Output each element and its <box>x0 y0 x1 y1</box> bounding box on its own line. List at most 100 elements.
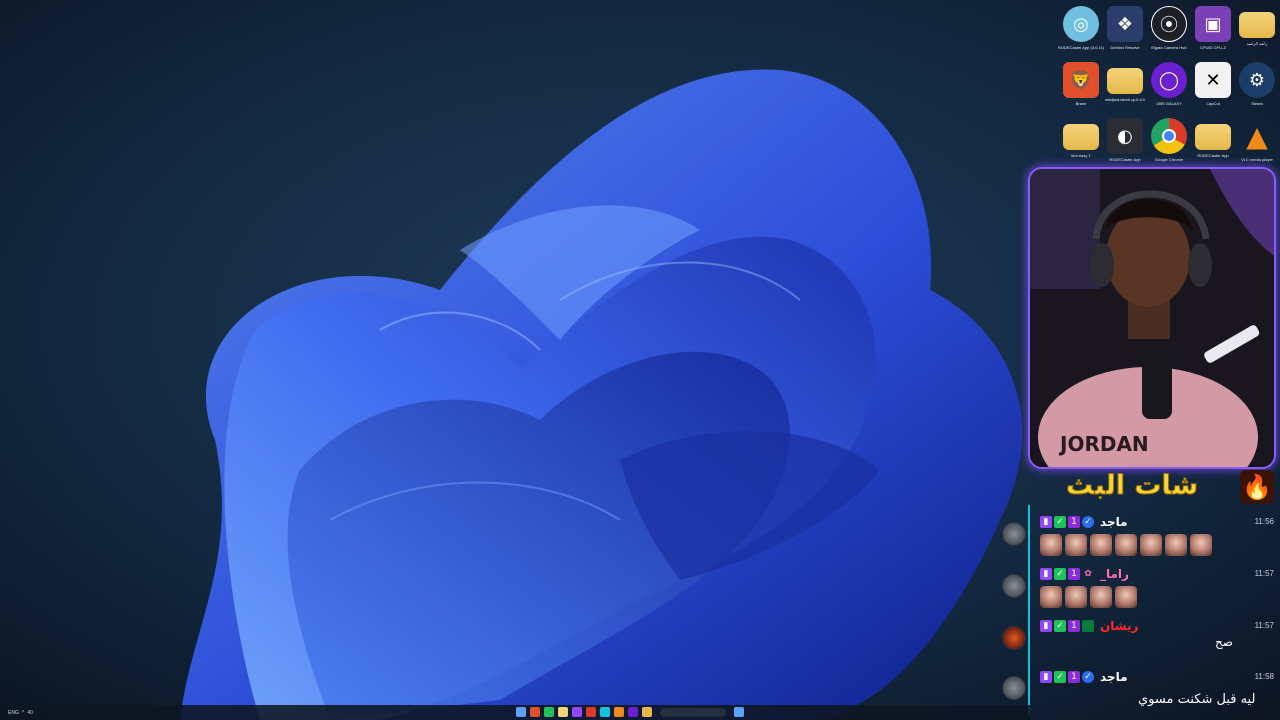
chat-username: ماجد <box>1100 515 1128 529</box>
taskbar-app-icon[interactable] <box>734 707 744 717</box>
desktop-icon[interactable]: راشد الرشيد <box>1235 6 1279 62</box>
emote-icon <box>1090 586 1112 608</box>
chat-message: ▮ ✓ 1 ✓ ماجد 11:58 <box>1040 670 1276 684</box>
twitch-badge-icon: ▮ <box>1040 516 1052 528</box>
chat-title: شات البث <box>1065 470 1199 502</box>
desktop-icon[interactable]: ◯ OBS GALAXY <box>1147 62 1191 118</box>
rode-icon: ◐ <box>1107 118 1143 154</box>
chat-username: ريشان <box>1100 619 1139 633</box>
disc-icon: ◎ <box>1063 6 1099 42</box>
chat-timestamp: 11:58 <box>1254 672 1274 681</box>
twitch-badge-icon: ▮ <box>1040 568 1052 580</box>
davinci-icon: ❖ <box>1107 6 1143 42</box>
badge-row: ▮ ✓ 1 ✿ راما_ <box>1040 567 1276 581</box>
taskbar-app-icon[interactable] <box>544 707 554 717</box>
badge-row: ▮ ✓ 1 ريشان <box>1040 619 1276 633</box>
taskbar-app-icon[interactable] <box>586 707 596 717</box>
webcam-overlay: JORDAN <box>1028 167 1276 469</box>
tier-badge-icon: 1 <box>1068 568 1080 580</box>
system-tray: ENG ^ 40 <box>8 710 33 716</box>
desktop-icon[interactable]: Google Chrome <box>1147 118 1191 174</box>
flower-badge-icon: ✿ <box>1084 569 1092 579</box>
desktop-icon[interactable]: ⦿ Elgato Camera Hub <box>1147 6 1191 62</box>
emote-row <box>1040 534 1276 556</box>
start-icon[interactable] <box>516 707 526 717</box>
emote-icon <box>1115 586 1137 608</box>
chrome-icon <box>1151 118 1187 154</box>
fire-icon: 🔥 <box>1240 470 1274 504</box>
twitch-badge-icon: ▮ <box>1040 671 1052 683</box>
desktop-icon[interactable]: ⚙ Steam <box>1235 62 1279 118</box>
desktop-icon[interactable]: 🦁 Brave <box>1059 62 1103 118</box>
desktop-icon[interactable]: ◐ RODECaster App <box>1103 118 1147 174</box>
chat-timestamp: 11:57 <box>1254 569 1274 578</box>
badge-row: ▮ ✓ 1 ✓ ماجد <box>1040 670 1276 684</box>
vip-badge-icon: ✓ <box>1082 516 1094 528</box>
capcut-icon: ✕ <box>1195 62 1231 98</box>
desktop-icon[interactable]: ✕ CapCut <box>1191 62 1235 118</box>
twitch-badge-icon: ▮ <box>1040 620 1052 632</box>
chat-message: ▮ ✓ 1 ✓ ماجد 11:56 <box>1040 515 1276 556</box>
flag-badge-icon <box>1082 620 1094 632</box>
sub-badge-icon: ✓ <box>1054 620 1066 632</box>
taskbar-app-icon[interactable] <box>628 707 638 717</box>
steam-icon: ⚙ <box>1239 62 1275 98</box>
desktop-icon[interactable]: wlsdjwd-windr-qt-0.4.0 <box>1103 62 1147 118</box>
emote-icon <box>1115 534 1137 556</box>
camera-icon: ⦿ <box>1151 6 1187 42</box>
badge-row: ▮ ✓ 1 ✓ ماجد <box>1040 515 1276 529</box>
emote-icon <box>1190 534 1212 556</box>
taskbar-app-icon[interactable] <box>530 707 540 717</box>
tray-chevron-icon[interactable]: ^ <box>22 710 24 716</box>
emote-icon <box>1090 534 1112 556</box>
tier-badge-icon: 1 <box>1068 620 1080 632</box>
cpu-icon: ▣ <box>1195 6 1231 42</box>
desktop-icon[interactable]: kira easy 1 <box>1059 118 1103 174</box>
emote-row <box>1040 586 1276 608</box>
chat-panel: ▮ ✓ 1 ✓ ماجد 11:56 ▮ ✓ 1 ✿ راما_ 11:57 ▮… <box>1030 505 1280 700</box>
chat-message: ▮ ✓ 1 ✿ راما_ 11:57 <box>1040 567 1276 608</box>
emote-icon <box>1140 534 1162 556</box>
emote-icon <box>1165 534 1187 556</box>
taskbar-app-icon[interactable] <box>642 707 652 717</box>
brave-icon: 🦁 <box>1063 62 1099 98</box>
desktop-icon[interactable]: ▣ CPUID CPU-Z <box>1191 6 1235 62</box>
chat-avatar <box>1002 522 1026 546</box>
sub-badge-icon: ✓ <box>1054 671 1066 683</box>
taskbar: ENG ^ 40 <box>0 705 1030 720</box>
taskbar-app-icon[interactable] <box>600 707 610 717</box>
shirt-text: JORDAN <box>1058 432 1149 456</box>
taskbar-app-icon[interactable] <box>614 707 624 717</box>
emote-icon <box>1040 534 1062 556</box>
desktop-icon[interactable]: ◎ RODECaster App (3.0.11) <box>1058 6 1104 62</box>
chat-timestamp: 11:57 <box>1254 621 1274 630</box>
tray-language[interactable]: ENG <box>8 710 19 716</box>
desktop-icon[interactable]: ❖ DaVinci Resolve <box>1103 6 1147 62</box>
tier-badge-icon: 1 <box>1068 516 1080 528</box>
chat-avatar <box>1002 676 1026 700</box>
chat-avatar <box>1002 626 1026 650</box>
folder-icon <box>1195 124 1231 150</box>
desktop-icon[interactable]: ▲ VLC media player <box>1235 118 1279 174</box>
tier-badge-icon: 1 <box>1068 671 1080 683</box>
emote-icon <box>1065 534 1087 556</box>
taskbar-app-icon[interactable] <box>558 707 568 717</box>
vlc-icon: ▲ <box>1246 119 1268 153</box>
chat-username: راما_ <box>1100 567 1129 581</box>
folder-icon <box>1063 124 1099 150</box>
taskbar-app-icon[interactable] <box>572 707 582 717</box>
chat-avatar <box>1002 574 1026 598</box>
streamer-video: JORDAN <box>1030 169 1274 467</box>
tray-volume[interactable]: 40 <box>27 710 33 716</box>
sub-badge-icon: ✓ <box>1054 516 1066 528</box>
taskbar-search[interactable] <box>660 708 726 717</box>
folder-icon <box>1107 68 1143 94</box>
taskbar-apps <box>516 707 744 717</box>
vip-badge-icon: ✓ <box>1082 671 1094 683</box>
obs-icon: ◯ <box>1151 62 1187 98</box>
chat-latest-message: ليه قبل شكنت مسوي <box>1138 692 1256 707</box>
desktop-icon[interactable]: RODECaster App <box>1191 118 1235 174</box>
chat-message: ▮ ✓ 1 ريشان 11:57 صح <box>1040 619 1276 649</box>
chat-timestamp: 11:56 <box>1254 517 1274 526</box>
sub-badge-icon: ✓ <box>1054 568 1066 580</box>
